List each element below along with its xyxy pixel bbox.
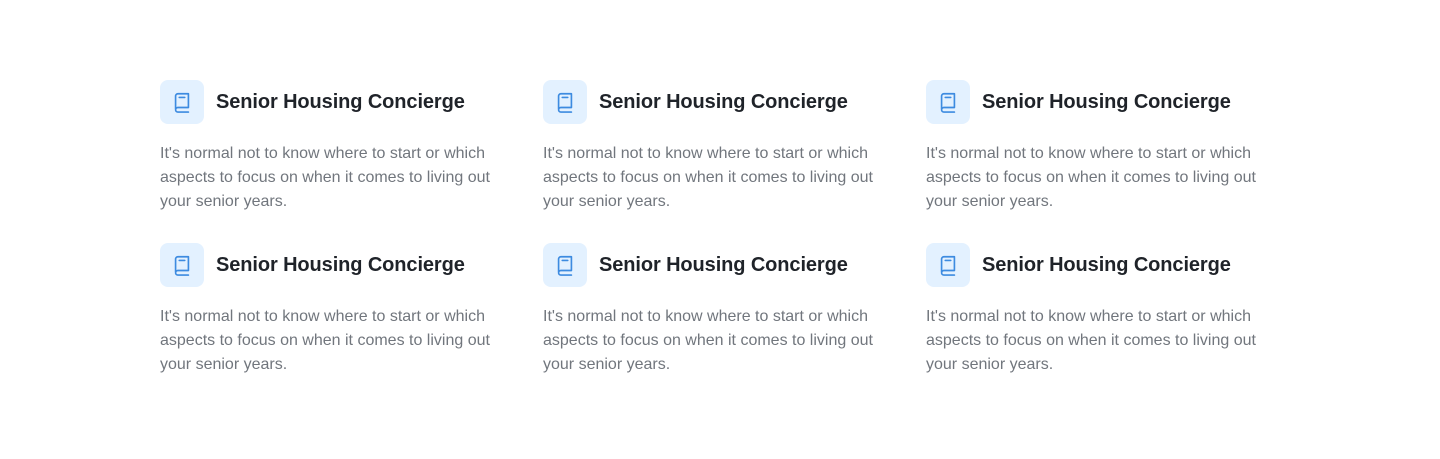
feature-card: Senior Housing Concierge It's normal not… — [543, 80, 903, 219]
feature-card: Senior Housing Concierge It's normal not… — [160, 80, 520, 219]
feature-card-header: Senior Housing Concierge — [926, 80, 1286, 124]
feature-card-header: Senior Housing Concierge — [926, 243, 1286, 287]
feature-card-header: Senior Housing Concierge — [160, 243, 520, 287]
feature-card-header: Senior Housing Concierge — [543, 243, 903, 287]
feature-description: It's normal not to know where to start o… — [160, 145, 490, 210]
feature-card: Senior Housing Concierge It's normal not… — [926, 243, 1286, 382]
book-icon — [543, 243, 587, 287]
feature-card-header: Senior Housing Concierge — [543, 80, 903, 124]
book-icon — [160, 243, 204, 287]
feature-title: Senior Housing Concierge — [599, 253, 848, 276]
feature-title: Senior Housing Concierge — [982, 90, 1231, 113]
book-icon — [543, 80, 587, 124]
feature-title: Senior Housing Concierge — [216, 90, 465, 113]
feature-title: Senior Housing Concierge — [216, 253, 465, 276]
feature-card: Senior Housing Concierge It's normal not… — [160, 243, 520, 382]
book-icon — [926, 243, 970, 287]
feature-description: It's normal not to know where to start o… — [543, 145, 873, 210]
book-icon — [160, 80, 204, 124]
feature-description: It's normal not to know where to start o… — [926, 145, 1256, 210]
feature-card: Senior Housing Concierge It's normal not… — [543, 243, 903, 382]
feature-title: Senior Housing Concierge — [599, 90, 848, 113]
feature-card-header: Senior Housing Concierge — [160, 80, 520, 124]
features-grid: Senior Housing Concierge It's normal not… — [160, 80, 1286, 382]
feature-title: Senior Housing Concierge — [982, 253, 1231, 276]
feature-description: It's normal not to know where to start o… — [926, 308, 1256, 373]
feature-description: It's normal not to know where to start o… — [543, 308, 873, 373]
feature-card: Senior Housing Concierge It's normal not… — [926, 80, 1286, 219]
book-icon — [926, 80, 970, 124]
feature-description: It's normal not to know where to start o… — [160, 308, 490, 373]
